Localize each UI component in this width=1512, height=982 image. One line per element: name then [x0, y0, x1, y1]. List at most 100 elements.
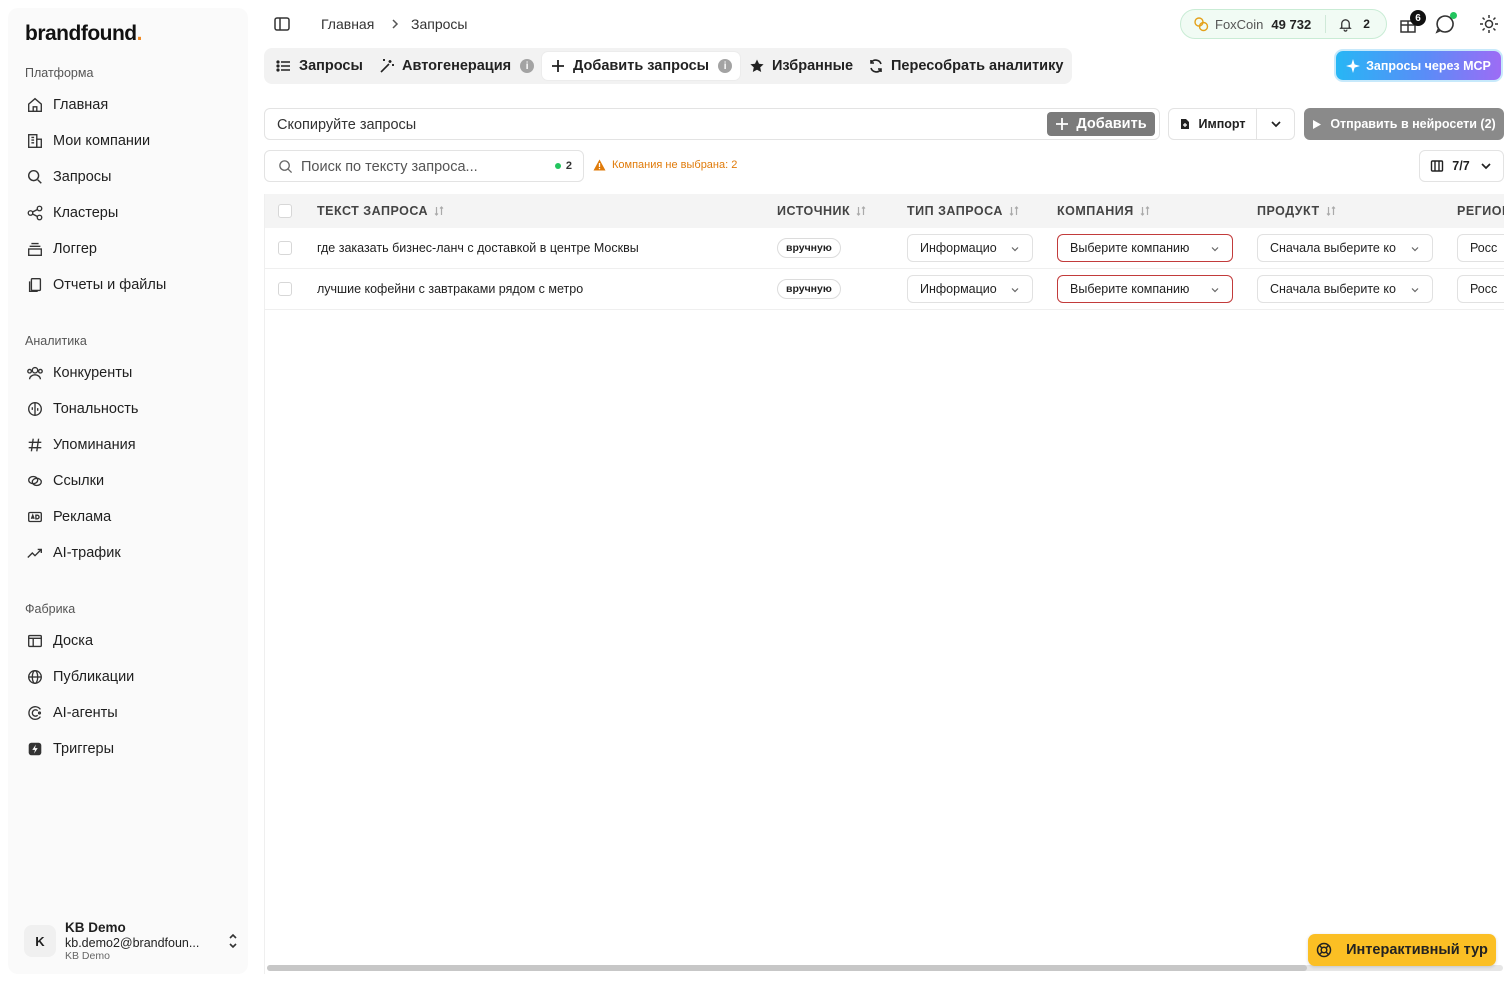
column-header-text[interactable]: ТЕКСТ ЗАПРОСА: [317, 204, 445, 218]
tabs-bar: Запросы Автогенерация i Добавить запросы…: [264, 48, 1072, 84]
column-header-company[interactable]: КОМПАНИЯ: [1057, 204, 1151, 218]
region-select[interactable]: Росс: [1457, 275, 1504, 303]
sidebar-item-mentions[interactable]: Упоминания: [16, 430, 240, 460]
sidebar-item-reports[interactable]: Отчеты и файлы: [16, 270, 240, 300]
search-result-count: 2: [554, 160, 572, 172]
user-menu[interactable]: K KB Demo kb.demo2@brandfoun... KB Demo: [24, 916, 240, 966]
chat-icon[interactable]: [1434, 12, 1457, 35]
add-button[interactable]: Добавить: [1047, 112, 1155, 136]
lifebuoy-icon: [1316, 942, 1332, 958]
sidebar-item-home[interactable]: Главная: [16, 90, 240, 120]
sidebar-item-ai-traffic[interactable]: AI-трафик: [16, 538, 240, 568]
magic-wand-icon: [380, 59, 394, 73]
type-select[interactable]: Информацио: [907, 275, 1033, 303]
type-select[interactable]: Информацио: [907, 234, 1033, 262]
sidebar-toggle-icon[interactable]: [272, 14, 292, 34]
sidebar-item-ai-agents[interactable]: AI-агенты: [16, 698, 240, 728]
sidebar-item-links[interactable]: Ссылки: [16, 466, 240, 496]
tab-rebuild-analytics[interactable]: Пересобрать аналитику: [860, 52, 1071, 80]
chevron-down-icon: [1481, 163, 1491, 170]
select-all-checkbox[interactable]: [278, 204, 292, 218]
tab-queries[interactable]: Запросы: [268, 52, 371, 80]
sort-icon: [434, 206, 444, 216]
search-icon: [27, 169, 42, 184]
list-icon: [276, 60, 290, 72]
chevron-down-icon: [1211, 247, 1219, 252]
globe-icon: [28, 670, 42, 684]
gift-badge: 6: [1410, 10, 1426, 26]
columns-icon: [1431, 160, 1444, 172]
board-icon: [28, 634, 42, 648]
sidebar-item-companies[interactable]: Мои компании: [16, 126, 240, 156]
share-nodes-icon: [27, 205, 43, 221]
row-checkbox[interactable]: [278, 241, 292, 255]
chevron-down-icon: [1011, 288, 1019, 293]
paste-queries-input[interactable]: [277, 115, 1037, 135]
tab-add-queries[interactable]: Добавить запросы i: [542, 52, 741, 80]
sidebar-item-clusters[interactable]: Кластеры: [16, 198, 240, 228]
star-icon: [750, 59, 764, 72]
import-dropdown-button[interactable]: [1257, 109, 1294, 139]
product-select[interactable]: Сначала выберите ко: [1257, 275, 1433, 303]
row-checkbox[interactable]: [278, 282, 292, 296]
column-header-type[interactable]: ТИП ЗАПРОСА: [907, 204, 1020, 218]
sidebar-item-publications[interactable]: Публикации: [16, 662, 240, 692]
region-select[interactable]: Росс: [1457, 234, 1504, 262]
interactive-tour-button[interactable]: Интерактивный тур: [1308, 934, 1496, 966]
chevron-down-icon: [1211, 288, 1219, 293]
info-icon[interactable]: i: [520, 59, 535, 73]
import-button[interactable]: Импорт: [1169, 109, 1257, 139]
ad-icon: [28, 511, 42, 523]
gift-icon[interactable]: 6: [1398, 10, 1426, 35]
plus-icon: [552, 60, 564, 72]
home-icon: [28, 97, 42, 112]
chevron-down-icon: [1011, 247, 1019, 252]
stack-icon: [28, 242, 42, 256]
coins-icon: [1194, 17, 1209, 32]
scrollbar-thumb[interactable]: [267, 965, 1307, 971]
company-select[interactable]: Выберите компанию: [1057, 234, 1233, 262]
trend-up-icon: [27, 548, 42, 558]
brand-logo[interactable]: brandfound.: [25, 22, 143, 46]
table-header: ТЕКСТ ЗАПРОСА ИСТОЧНИК ТИП ЗАПРОСА КОМПА…: [265, 194, 1504, 228]
columns-toggle-button[interactable]: 7/7: [1419, 150, 1504, 182]
play-icon: [1313, 119, 1322, 129]
tab-autogeneration[interactable]: Автогенерация i: [371, 52, 542, 80]
product-select[interactable]: Сначала выберите ко: [1257, 234, 1433, 262]
hash-icon: [28, 438, 42, 452]
section-label-factory: Фабрика: [25, 602, 76, 616]
info-icon[interactable]: i: [718, 59, 733, 73]
sort-icon: [1009, 206, 1019, 216]
table-row: лучшие кофейни с завтраками рядом с метр…: [265, 269, 1504, 310]
sidebar-item-triggers[interactable]: Триггеры: [16, 734, 240, 764]
mcp-queries-button[interactable]: Запросы через MCP: [1336, 51, 1501, 80]
sidebar-item-competitors[interactable]: Конкуренты: [16, 358, 240, 388]
tab-favorites[interactable]: Избранные: [741, 52, 861, 80]
sidebar-item-sentiment[interactable]: Тональность: [16, 394, 240, 424]
plus-icon: [1056, 118, 1069, 130]
queries-table: ТЕКСТ ЗАПРОСА ИСТОЧНИК ТИП ЗАПРОСА КОМПА…: [264, 194, 1504, 974]
user-email: kb.demo2@brandfoun...: [65, 935, 200, 950]
avatar: K: [24, 925, 56, 957]
column-header-source[interactable]: ИСТОЧНИК: [777, 204, 867, 218]
column-header-region[interactable]: РЕГИОН: [1457, 204, 1504, 218]
breadcrumb-home[interactable]: Главная: [321, 16, 374, 32]
sidebar-item-logger[interactable]: Логгер: [16, 234, 240, 264]
warning-icon: [593, 159, 606, 171]
sparkle-icon: [1346, 58, 1361, 73]
breadcrumb-current: Запросы: [411, 16, 468, 32]
foxcoin-balance[interactable]: FoxCoin 49 732 2: [1180, 9, 1387, 39]
user-name: KB Demo: [65, 920, 126, 936]
sidebar-item-queries[interactable]: Запросы: [16, 162, 240, 192]
send-to-ai-button[interactable]: Отправить в нейросети (2): [1304, 108, 1504, 140]
column-header-product[interactable]: ПРОДУКТ: [1257, 204, 1337, 218]
section-label-analytics: Аналитика: [25, 334, 87, 348]
query-search-input[interactable]: [301, 157, 541, 177]
company-select[interactable]: Выберите компанию: [1057, 275, 1233, 303]
refresh-icon: [870, 59, 882, 73]
bell-icon[interactable]: [1338, 17, 1353, 32]
sidebar-item-board[interactable]: Доска: [16, 626, 240, 656]
notification-count: 2: [1363, 17, 1370, 31]
sun-icon[interactable]: [1478, 13, 1500, 35]
sidebar-item-ads[interactable]: Реклама: [16, 502, 240, 532]
